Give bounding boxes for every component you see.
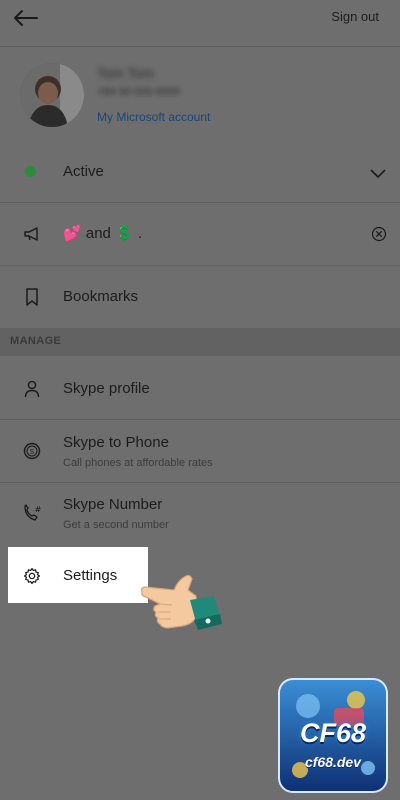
back-button[interactable] xyxy=(8,4,42,32)
chevron-down-icon[interactable] xyxy=(370,166,386,184)
skype-number-sublabel: Get a second number xyxy=(63,519,169,531)
dollar-emoji: 💲 xyxy=(115,225,134,242)
profile-phone: +84 90 000 0000 xyxy=(97,86,180,98)
mood-period: . xyxy=(137,225,143,242)
bookmark-icon xyxy=(22,287,42,307)
sign-out-link[interactable]: Sign out xyxy=(331,9,379,24)
mood-message[interactable]: 💕 and 💲 . xyxy=(63,224,142,242)
status-label: Active xyxy=(63,163,104,180)
bookmarks-row[interactable] xyxy=(0,266,400,328)
status-dot-icon xyxy=(25,166,36,177)
clear-circle-icon[interactable] xyxy=(371,226,387,247)
badge-logo-text: CF68 xyxy=(299,718,367,748)
megaphone-icon xyxy=(22,224,42,244)
svg-text:#: # xyxy=(35,505,42,514)
skype-to-phone-sublabel: Call phones at affordable rates xyxy=(63,457,213,469)
back-arrow-icon xyxy=(14,10,38,26)
hearts-emoji: 💕 xyxy=(63,225,82,242)
badge-domain-text: cf68.dev xyxy=(304,754,362,770)
skype-to-phone-row[interactable] xyxy=(0,420,400,483)
manage-section-label: MANAGE xyxy=(10,335,62,347)
svg-text:S: S xyxy=(30,448,35,456)
profile-name: Tom Tom xyxy=(97,65,154,81)
skype-number-row[interactable] xyxy=(0,483,400,545)
microsoft-account-link[interactable]: My Microsoft account xyxy=(97,110,210,124)
bookmarks-label: Bookmarks xyxy=(63,288,139,305)
cf68-logo-badge: CF68 cf68.dev xyxy=(278,678,388,793)
gear-icon xyxy=(22,566,42,586)
skype-number-label: Skype Number xyxy=(63,496,163,513)
settings-label: Settings xyxy=(63,567,118,584)
status-row[interactable] xyxy=(0,140,400,203)
skype-profile-row[interactable] xyxy=(0,357,400,420)
avatar[interactable] xyxy=(20,63,84,127)
phone-number-icon: # xyxy=(22,503,42,523)
person-icon xyxy=(22,379,42,399)
avatar-photo xyxy=(20,63,84,127)
skype-profile-label: Skype profile xyxy=(63,380,150,397)
pointing-hand-icon xyxy=(138,570,228,650)
skype-to-phone-label: Skype to Phone xyxy=(63,434,169,451)
mood-row[interactable] xyxy=(0,203,400,266)
mood-text: and xyxy=(85,225,111,242)
skype-credit-icon: S xyxy=(22,441,42,461)
